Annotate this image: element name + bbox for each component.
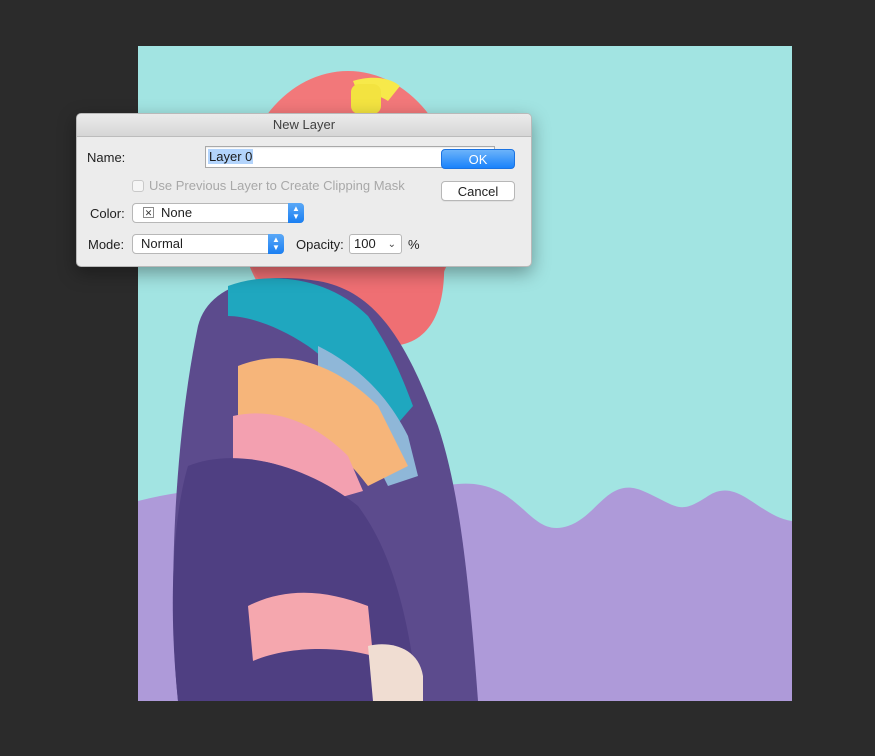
up-down-chevron-icon: ▲ ▼ — [288, 203, 304, 223]
color-select-value: None — [161, 205, 193, 220]
opacity-unit: % — [408, 237, 420, 252]
new-layer-dialog: New Layer Name: Layer 0 OK Cancel Use Pr… — [76, 113, 532, 267]
color-select[interactable]: ✕ None ▲ ▼ — [132, 203, 304, 223]
layer-name-value: Layer 0 — [208, 149, 254, 164]
photoshop-workspace: New Layer Name: Layer 0 OK Cancel Use Pr… — [0, 0, 875, 756]
mode-select-value: Normal — [141, 236, 183, 251]
chevron-down-icon[interactable]: ⌄ — [388, 236, 396, 254]
dialog-title-bar[interactable]: New Layer — [77, 114, 531, 137]
opacity-value: 100 — [354, 236, 376, 251]
up-down-chevron-icon: ▲ ▼ — [268, 234, 284, 254]
color-label: Color: — [90, 206, 125, 221]
ok-button[interactable]: OK — [441, 149, 515, 169]
clipping-mask-label: Use Previous Layer to Create Clipping Ma… — [149, 178, 405, 193]
opacity-label: Opacity: — [296, 237, 344, 252]
mode-label: Mode: — [88, 237, 125, 252]
clipping-mask-checkbox[interactable] — [132, 180, 144, 192]
opacity-combo-box[interactable]: 100 ⌄ — [349, 234, 402, 254]
cancel-button[interactable]: Cancel — [441, 181, 515, 201]
mode-select[interactable]: Normal ▲ ▼ — [132, 234, 284, 254]
name-label: Name: — [87, 150, 126, 165]
none-swatch-icon: ✕ — [143, 207, 154, 218]
dialog-title: New Layer — [272, 117, 336, 132]
